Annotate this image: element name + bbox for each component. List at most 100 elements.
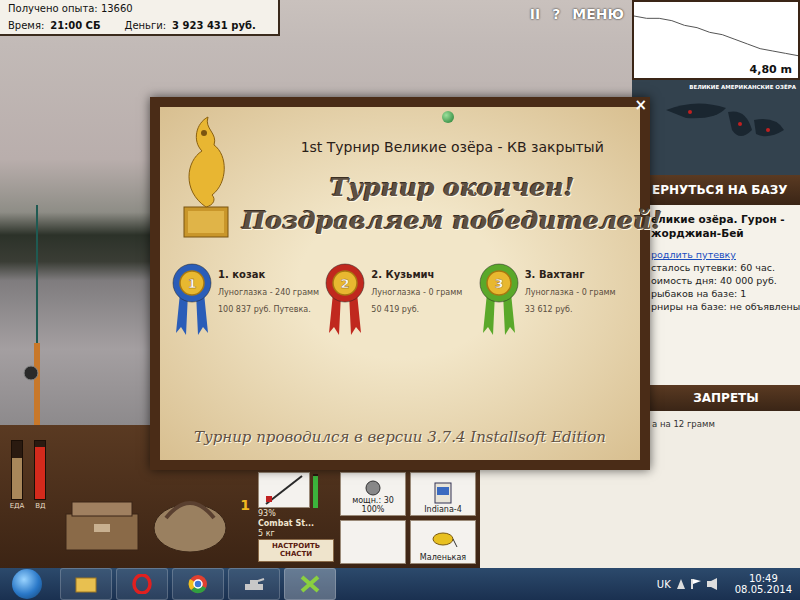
svg-text:1: 1 (187, 276, 196, 291)
bans-header[interactable]: ЗАПРЕТЫ (632, 385, 800, 411)
need-label: ВД (35, 502, 45, 510)
headline-line: Турнир окончен! (330, 173, 575, 202)
tackle-box-icon[interactable] (62, 494, 142, 554)
winner-text: 2. КузьмичЛуноглазка - 0 грамм50 419 руб… (371, 263, 462, 314)
menu-item[interactable]: ? (552, 6, 560, 22)
reel-slot[interactable]: мощн.: 30100% (340, 472, 406, 516)
winner-catch: Луноглазка - 0 грамм (525, 288, 616, 297)
line-name: Indiana-4 (424, 505, 462, 514)
return-to-base-button[interactable]: ЕРНУТЬСЯ НА БАЗУ (632, 175, 800, 205)
folder-icon (75, 575, 97, 593)
pin-icon (442, 111, 454, 123)
medal-icon: 2 (325, 263, 365, 337)
trophy-icon (172, 111, 238, 241)
money-value: 3 923 431 руб. (172, 20, 256, 31)
winner-catch: Луноглазка - 0 грамм (371, 288, 462, 297)
winner-name: 1. козак (218, 269, 319, 280)
ban-item: а на 12 грамм (652, 419, 796, 429)
tank-game-icon (243, 575, 265, 593)
rod-weight: 5 кг (258, 529, 334, 538)
winner-catch: Луноглазка - 240 грамм (218, 288, 319, 297)
line-slot[interactable]: Indiana-4 (410, 472, 476, 516)
winner-text: 1. козакЛуноглазка - 240 грамм100 837 ру… (218, 263, 319, 314)
medal-icon: 1 (172, 263, 212, 337)
lure-icon (428, 527, 458, 553)
meter-fill (12, 458, 22, 499)
dialog-footer: Турнир проводился в версии 3.7.4 Install… (172, 428, 628, 452)
time-label: Время: (8, 20, 44, 31)
winner-prize: 50 419 руб. (371, 305, 462, 314)
need-meter: ВД (34, 440, 46, 510)
opera-icon (132, 574, 152, 594)
rod-condition-fill (313, 476, 318, 508)
clock-time: 10:49 (749, 573, 778, 584)
fishing-game-icon (299, 574, 321, 594)
winners: 11. козакЛуноглазка - 240 грамм100 837 р… (172, 263, 628, 337)
chrome-icon (188, 574, 208, 594)
clock-date: 08.05.2014 (735, 584, 792, 595)
hud-row: Время:21:00 СБДеньги:3 923 431 руб. (8, 20, 270, 31)
base-title: жорджиан-Бей (651, 227, 796, 239)
winner: 2 2. КузьмичЛуноглазка - 0 грамм50 419 ру… (325, 263, 474, 337)
base-info-line: сталось путевки: 60 час. (651, 262, 796, 273)
depth-reading: 4,80 m (750, 63, 792, 76)
setup-button[interactable]: НАСТРОИТЬ СНАСТИ (258, 539, 334, 562)
need-meter: ЕДА (10, 440, 25, 510)
top-strip: Получено опыта: 13660Время:21:00 СБДеньг… (0, 0, 632, 45)
language-indicator[interactable]: UK (657, 579, 671, 590)
tournament-dialog: × 1st Турнир Великие озёра - КВ закрытый Т… (150, 97, 650, 470)
bag-icon[interactable] (150, 488, 230, 554)
reel-condition: 100% (362, 505, 385, 514)
menu-item[interactable]: II (530, 6, 540, 22)
rod-slot[interactable] (258, 472, 310, 508)
bans-panel: а на 12 грамм (632, 411, 800, 568)
taskbar-app[interactable] (60, 568, 112, 600)
reel-power: мощн.: 30 (352, 496, 394, 505)
dialog-title: 1st Турнир Великие озёра - КВ закрытый (301, 139, 604, 155)
winner-prize: 33 612 руб. (525, 305, 616, 314)
map-title: ВЕЛИКИЕ АМЕРИКАНСКИЕ ОЗЁРА (689, 84, 796, 90)
rod-condition-bar (313, 474, 318, 508)
line-spool-icon (431, 481, 455, 505)
clock[interactable]: 10:4908.05.2014 (735, 573, 792, 595)
lakes-map-icon (656, 90, 796, 160)
fishing-rod-icon[interactable] (22, 205, 52, 425)
rod-top (258, 472, 334, 508)
headline-line: Поздравляем победителей! (242, 206, 662, 235)
svg-text:2: 2 (341, 276, 350, 291)
game-screen: Получено опыта: 13660Время:21:00 СБДеньг… (0, 0, 800, 600)
meter-track (11, 440, 23, 500)
winner: 3 3. Вахтанг Луноглазка - 0 грамм 33 612 ру… (479, 263, 628, 337)
experience: Получено опыта: 13660 (8, 3, 270, 14)
taskbar-app[interactable] (116, 568, 168, 600)
menu-item[interactable]: МЕНЮ (572, 6, 624, 22)
meter-track (34, 440, 46, 500)
meter-fill (35, 447, 45, 499)
dialog-head: 1st Турнир Великие озёра - КВ закрытый Ту… (172, 111, 628, 241)
top-menu: II? МЕНЮ (522, 0, 632, 28)
winner: 11. козакЛуноглазка - 240 грамм100 837 р… (172, 263, 321, 337)
right-column: 4,80 m ВЕЛИКИЕ АМЕРИКАНСКИЕ ОЗЁРА ЕРНУТЬСЯ… (632, 0, 800, 568)
taskbar-app[interactable] (228, 568, 280, 600)
headline: Турнир окончен! Поздравляем победителей! (242, 173, 662, 235)
lake-map[interactable]: ВЕЛИКИЕ АМЕРИКАНСКИЕ ОЗЁРА (632, 80, 800, 175)
svg-text:3: 3 (494, 276, 503, 291)
time-value: 21:00 СБ (50, 20, 100, 31)
medal-icon: 3 (479, 263, 519, 337)
close-button[interactable]: × (632, 96, 649, 114)
winner-name: 3. Вахтанг (525, 269, 616, 280)
rod-name: Combat St... (258, 519, 334, 528)
extend-permit-link[interactable]: родлить путевку (651, 249, 796, 260)
winner-text: 3. Вахтанг Луноглазка - 0 грамм 33 612 руб… (525, 263, 616, 314)
taskbar-app[interactable] (284, 568, 336, 600)
hud-box: Получено опыта: 13660Время:21:00 СБДеньг… (0, 0, 280, 36)
empty-slot[interactable] (340, 520, 406, 564)
tray-icons[interactable] (675, 577, 723, 591)
base-title: еликие озёра. Гурон - (651, 213, 796, 225)
rod-condition: 93% (258, 509, 334, 518)
start-button[interactable] (12, 569, 42, 599)
taskbar: UK 10:4908.05.2014 (0, 568, 800, 600)
lure-slot[interactable]: Маленькая (410, 520, 476, 564)
depth-graph: 4,80 m (632, 0, 800, 80)
taskbar-app[interactable] (172, 568, 224, 600)
